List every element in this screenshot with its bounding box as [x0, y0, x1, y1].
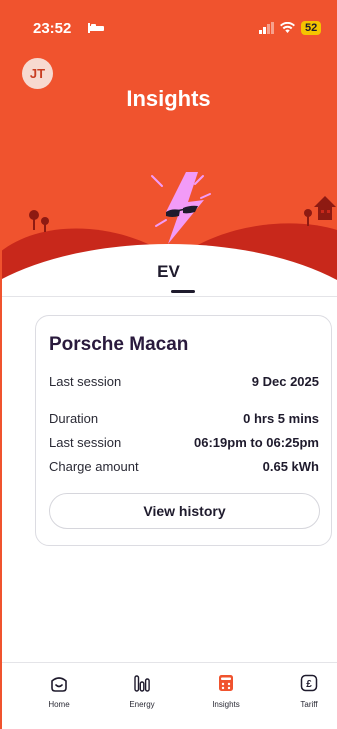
- nav-label: Insights: [212, 700, 240, 709]
- page-title: Insights: [126, 86, 211, 111]
- row-value: 0 hrs 5 mins: [243, 411, 319, 426]
- nav-label: Home: [48, 700, 70, 709]
- last-session-date-row: Last session 9 Dec 2025: [49, 374, 319, 389]
- charge-amount-row: Charge amount 0.65 kWh: [49, 459, 319, 474]
- row-label: Last session: [49, 435, 122, 450]
- tree-icon: [29, 210, 49, 232]
- row-label: Charge amount: [49, 459, 139, 474]
- tab-ev[interactable]: EV: [0, 252, 337, 296]
- view-history-button[interactable]: View history: [49, 493, 320, 529]
- ev-session-card: Porsche Macan Last session 9 Dec 2025 Du…: [35, 315, 332, 546]
- row-label: Duration: [49, 411, 99, 426]
- tab-active-indicator: [171, 290, 195, 293]
- signal-icon: [259, 22, 274, 34]
- battery-indicator: 52: [301, 21, 322, 35]
- last-session-time-row: Last session 06:19pm to 06:25pm: [49, 435, 319, 450]
- lightning-mascot: [151, 172, 211, 244]
- avatar[interactable]: JT: [22, 58, 53, 89]
- bed-icon: [88, 23, 104, 33]
- row-value: 06:19pm to 06:25pm: [194, 435, 319, 450]
- energy-icon: [134, 675, 150, 692]
- nav-label: Tariff: [300, 700, 318, 709]
- svg-text:£: £: [306, 679, 312, 690]
- nav-energy[interactable]: Energy: [112, 673, 172, 709]
- row-value: 9 Dec 2025: [251, 374, 319, 389]
- home-icon: [51, 677, 67, 692]
- nav-label: Energy: [129, 700, 155, 709]
- status-time: 23:52: [33, 20, 72, 37]
- tab-divider: [0, 296, 337, 297]
- row-label: Last session: [49, 374, 122, 389]
- status-bar: 23:52 52: [0, 0, 337, 44]
- nav-insights[interactable]: Insights: [196, 673, 256, 709]
- left-edge-accent: [0, 0, 2, 729]
- nav-tariff[interactable]: £ Tariff: [279, 673, 337, 709]
- row-value: 0.65 kWh: [262, 459, 319, 474]
- duration-row: Duration 0 hrs 5 mins: [49, 411, 319, 426]
- tab-ev-label: EV: [157, 262, 180, 281]
- house-icon: [304, 196, 336, 226]
- vehicle-name: Porsche Macan: [49, 334, 189, 355]
- wifi-icon: [280, 22, 295, 33]
- insights-icon: [219, 675, 233, 691]
- nav-home[interactable]: Home: [29, 673, 89, 709]
- bottom-nav: Home Energy Insights £ Tariff: [0, 662, 337, 729]
- insights-header: 23:52 52 JT Insights: [0, 0, 337, 292]
- tariff-icon: £: [300, 674, 318, 692]
- status-icons: 52: [258, 21, 322, 35]
